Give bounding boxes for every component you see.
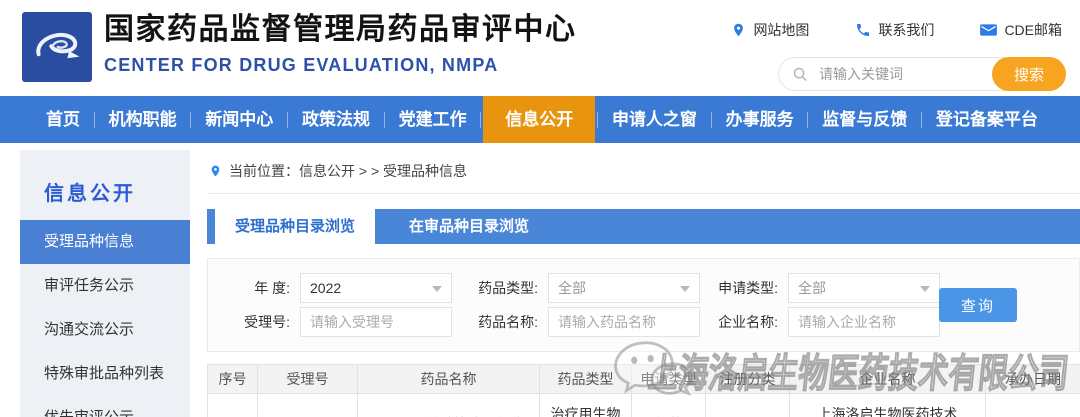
search-bar: 搜索: [778, 57, 1066, 91]
nav-separator: [94, 112, 95, 128]
company-name-label: 企业名称:: [700, 312, 788, 332]
body-area: 信息公开 受理品种信息 审评任务公示 沟通交流公示 特殊审批品种列表 优先审评公…: [0, 143, 1080, 417]
site-header: 国家药品监督管理局药品审评中心 CENTER FOR DRUG EVALUATI…: [0, 0, 1080, 96]
contact-label: 联系我们: [878, 20, 934, 40]
nav-item-info-disclosure[interactable]: 信息公开: [483, 96, 595, 143]
nav-item-party-building[interactable]: 党建工作: [387, 96, 479, 143]
phone-icon: [855, 22, 871, 38]
sidebar-item-communication[interactable]: 沟通交流公示: [20, 308, 190, 352]
main-content: 当前位置：信息公开 > > 受理品种信息 受理品种目录浏览 在审品种目录浏览 年…: [207, 143, 1080, 417]
quick-links: 网站地图 联系我们 CDE邮箱: [731, 20, 1062, 40]
sitemap-label: 网站地图: [753, 20, 809, 40]
map-pin-icon: [731, 22, 746, 38]
nav-separator: [287, 112, 288, 128]
title-block: 国家药品监督管理局药品审评中心 CENTER FOR DRUG EVALUATI…: [104, 13, 577, 76]
nav-separator: [190, 112, 191, 128]
sidebar-item-review-task[interactable]: 审评任务公示: [20, 264, 190, 308]
search-input[interactable]: [817, 65, 992, 83]
sidebar-title: 信息公开: [20, 150, 190, 220]
site-subtitle: CENTER FOR DRUG EVALUATION, NMPA: [104, 55, 577, 76]
tab-accepted-catalog[interactable]: 受理品种目录浏览: [215, 209, 375, 244]
nav-separator: [597, 112, 598, 128]
nav-separator: [480, 112, 481, 128]
col-apply-type: 申请类型: [632, 365, 706, 394]
search-icon: [792, 66, 809, 83]
tab-under-review-catalog[interactable]: 在审品种目录浏览: [375, 209, 563, 244]
drug-name-label: 药品名称:: [452, 312, 548, 332]
year-select[interactable]: 2022: [300, 273, 452, 303]
apply-type-select-value: 全部: [798, 278, 826, 298]
drug-type-label: 药品类型:: [452, 278, 548, 298]
nav-item-home[interactable]: 首页: [34, 96, 92, 143]
sidebar-item-priority-review[interactable]: 优先审评公示: [20, 396, 190, 417]
cell-company: 上海洛启生物医药技术有限公司;: [790, 394, 986, 417]
cell-apply-type: 新药: [632, 394, 706, 417]
cell-drug-name: LQ043H单域抗体雾化液: [358, 394, 540, 417]
drug-type-select[interactable]: 全部: [548, 273, 700, 303]
sidebar-item-accepted-variety-info[interactable]: 受理品种信息: [20, 220, 190, 264]
mailbox-link[interactable]: CDE邮箱: [980, 20, 1062, 40]
col-seq: 序号: [208, 365, 258, 394]
col-drug-type: 药品类型: [540, 365, 632, 394]
nav-item-supervision-feedback[interactable]: 监督与反馈: [810, 96, 919, 143]
col-acceptance-no: 受理号: [258, 365, 358, 394]
acceptance-no-label: 受理号:: [208, 312, 300, 332]
year-select-value: 2022: [310, 280, 341, 296]
mailbox-label: CDE邮箱: [1004, 20, 1062, 40]
cell-reg-category: 1: [706, 394, 790, 417]
nav-separator: [711, 112, 712, 128]
breadcrumb: 当前位置：信息公开 > > 受理品种信息: [207, 143, 1080, 194]
contact-link[interactable]: 联系我们: [855, 20, 934, 40]
nav-item-organization[interactable]: 机构职能: [97, 96, 189, 143]
acceptance-no-input[interactable]: [300, 307, 452, 337]
cell-date: 2022-11-01: [986, 394, 1080, 417]
location-pin-icon: [209, 163, 222, 179]
fish-swirl-icon: [29, 19, 85, 75]
sidebar-item-special-approval-list[interactable]: 特殊审批品种列表: [20, 352, 190, 396]
company-name-input[interactable]: [788, 307, 940, 337]
site-title: 国家药品监督管理局药品审评中心: [104, 13, 577, 47]
cde-website: 国家药品监督管理局药品审评中心 CENTER FOR DRUG EVALUATI…: [0, 0, 1080, 417]
filter-panel: 年 度: 2022 药品类型: 全部 申请类型: 全部: [207, 258, 1080, 352]
drug-type-text: 治疗用生物制品: [546, 404, 625, 417]
apply-type-label: 申请类型:: [700, 278, 788, 298]
cell-acceptance-no: CXSL2200548: [258, 394, 358, 417]
nav-separator: [384, 112, 385, 128]
chevron-down-icon: [432, 286, 442, 292]
cell-drug-type: 治疗用生物制品: [540, 394, 632, 417]
col-reg-category: 注册分类: [706, 365, 790, 394]
breadcrumb-text: 当前位置：信息公开 > > 受理品种信息: [229, 161, 467, 181]
tab-bar: 受理品种目录浏览 在审品种目录浏览: [207, 209, 1080, 244]
nav-item-services[interactable]: 办事服务: [714, 96, 806, 143]
nav-item-registration-platform[interactable]: 登记备案平台: [924, 96, 1050, 143]
sidebar: 信息公开 受理品种信息 审评任务公示 沟通交流公示 特殊审批品种列表 优先审评公…: [20, 150, 190, 417]
nav-separator: [807, 112, 808, 128]
drug-type-select-value: 全部: [558, 278, 586, 298]
sitemap-link[interactable]: 网站地图: [731, 20, 809, 40]
drug-name-text: LQ043H单域抗体雾化液: [373, 414, 523, 417]
col-date: 承办日期: [986, 365, 1080, 394]
chevron-down-icon: [680, 286, 690, 292]
chevron-down-icon: [920, 286, 930, 292]
apply-type-select[interactable]: 全部: [788, 273, 940, 303]
cde-logo[interactable]: [22, 12, 92, 82]
col-drug-name: 药品名称: [358, 365, 540, 394]
table-header-row: 序号 受理号 药品名称 药品类型 申请类型 注册分类 企业名称 承办日期: [208, 365, 1080, 394]
nav-item-applicant-window[interactable]: 申请人之窗: [600, 96, 709, 143]
nav-item-policies[interactable]: 政策法规: [290, 96, 382, 143]
col-company: 企业名称: [790, 365, 986, 394]
cell-seq: 1: [208, 394, 258, 417]
table-row: 1 CXSL2200548 LQ043H单域抗体雾化液 治疗用生物制品 新药 1…: [208, 394, 1080, 417]
mail-icon: [980, 23, 997, 37]
query-button[interactable]: 查询: [939, 288, 1017, 322]
company-text: 上海洛启生物医药技术有限公司;: [813, 404, 963, 417]
nav-item-news[interactable]: 新闻中心: [193, 96, 285, 143]
nav-separator: [921, 112, 922, 128]
main-nav: 首页 机构职能 新闻中心 政策法规 党建工作 信息公开 申请人之窗 办事服务 监…: [0, 96, 1080, 143]
results-table: 序号 受理号 药品名称 药品类型 申请类型 注册分类 企业名称 承办日期 1 C…: [207, 364, 1080, 417]
drug-name-input[interactable]: [548, 307, 700, 337]
search-button[interactable]: 搜索: [992, 57, 1066, 91]
year-label: 年 度:: [208, 278, 300, 298]
